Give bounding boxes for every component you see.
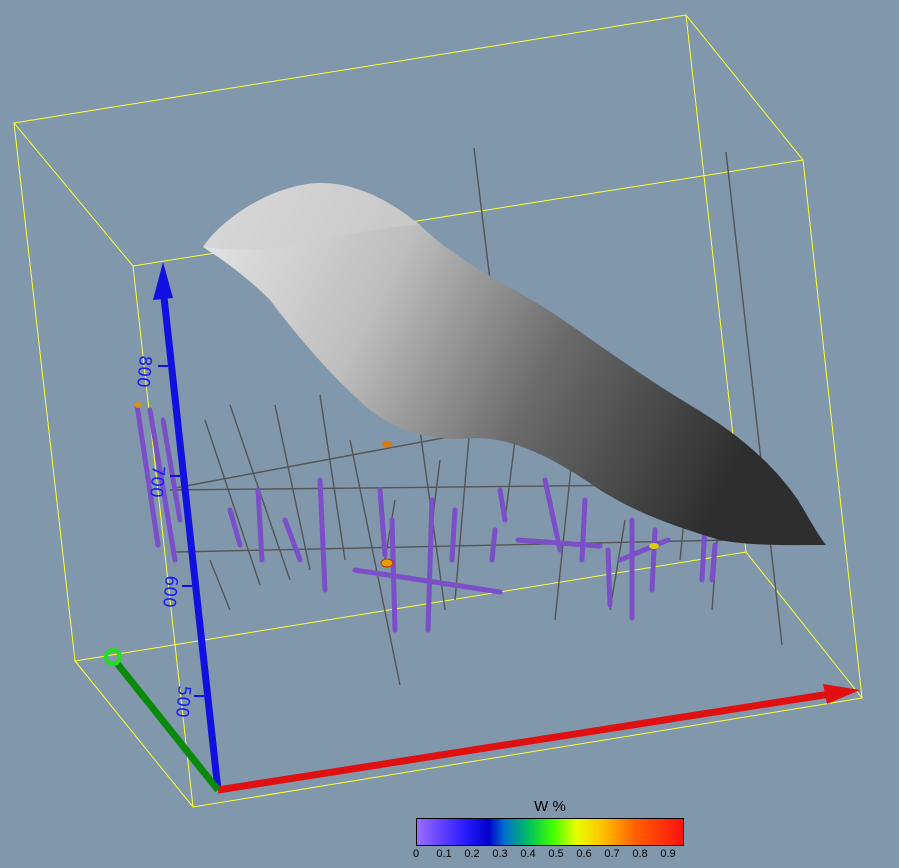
legend-tick-label: 0.1 bbox=[436, 848, 452, 860]
legend-tick-label: 0.8 bbox=[632, 848, 648, 860]
ore-surface bbox=[203, 182, 826, 546]
legend-tick-label: 0.7 bbox=[604, 848, 620, 860]
legend-tick-label: 0.6 bbox=[576, 848, 592, 860]
legend-tick-label: 0.4 bbox=[520, 848, 536, 860]
z-tick-label-700: 700 bbox=[145, 465, 168, 499]
legend-tick-label: 0.2 bbox=[464, 848, 480, 860]
3d-viewport[interactable]: 800 700 600 500 W % 0 0.1 0.2 0.3 0.4 0.5 0.6 0… bbox=[0, 0, 899, 868]
z-tick-label-600: 600 bbox=[158, 575, 181, 609]
color-legend: W % 0 0.1 0.2 0.3 0.4 0.5 0.6 0.7 0.8 0.9 bbox=[410, 798, 690, 864]
z-axis-arrow-icon bbox=[153, 262, 173, 300]
y-axis-end-icon bbox=[104, 648, 122, 666]
legend-tick-label: 0.5 bbox=[548, 848, 564, 860]
legend-title: W % bbox=[534, 798, 566, 815]
z-tick-label-800: 800 bbox=[132, 355, 155, 389]
3d-scene[interactable]: 800 700 600 500 bbox=[0, 0, 899, 868]
x-axis bbox=[217, 690, 831, 794]
legend-ticks: 0 0.1 0.2 0.3 0.4 0.5 0.6 0.7 0.8 0.9 bbox=[412, 848, 682, 862]
legend-tick-label: 0 bbox=[412, 848, 420, 860]
legend-tick-label: 0.3 bbox=[492, 848, 508, 860]
legend-color-bar bbox=[416, 818, 684, 846]
z-tick-label-500: 500 bbox=[171, 685, 194, 719]
legend-tick-label: 0.9 bbox=[660, 848, 676, 860]
